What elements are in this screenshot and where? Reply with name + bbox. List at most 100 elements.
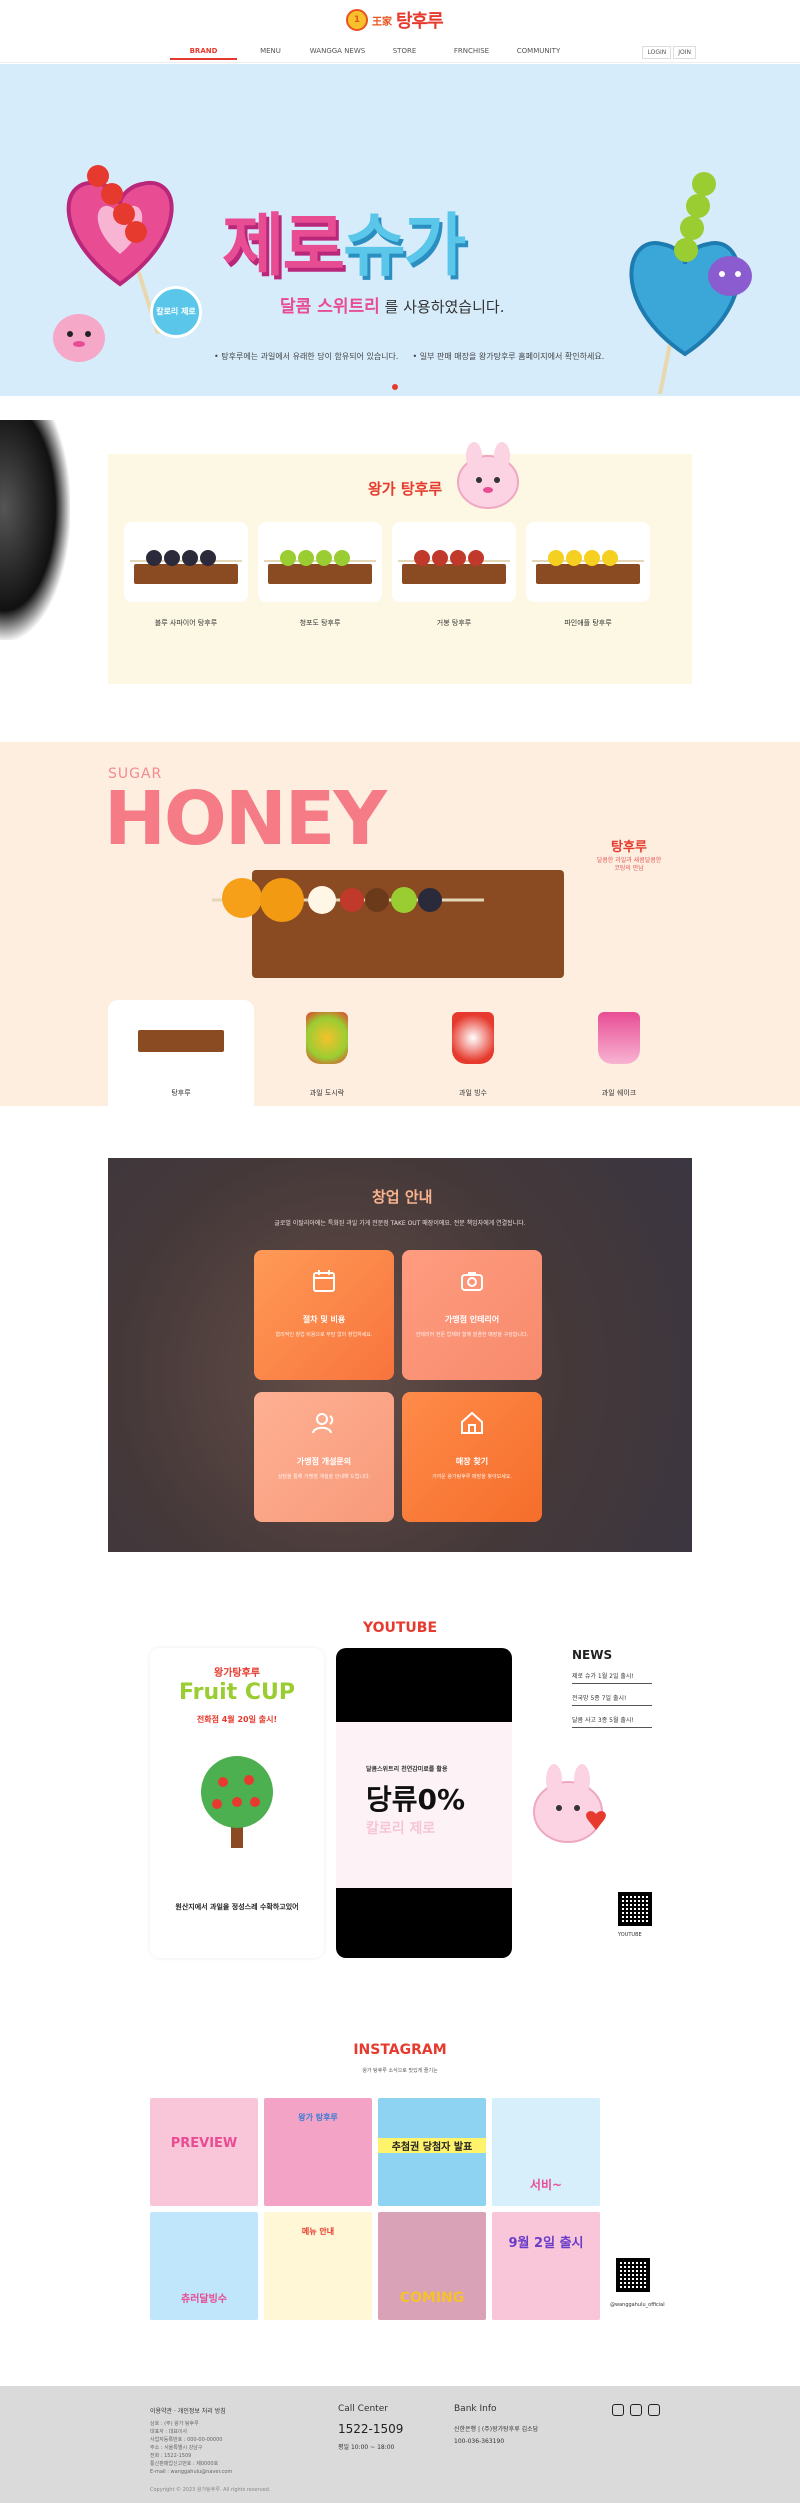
startup-section: 창업 안내 글로벌 이탈리아에는 특화된 과일 가게 전문점 TAKE OUT … xyxy=(108,1158,692,1552)
card-desc: 인테리어 전문 업체와 함께 깔끔한 매장을 구성합니다. xyxy=(415,1332,529,1338)
logo[interactable]: 1 王家 탕후루 xyxy=(346,6,454,34)
youtube-icon[interactable] xyxy=(630,2404,642,2416)
product-section-title: 왕가 탕후루 xyxy=(368,480,443,498)
product-card[interactable]: 블루 사파이어 탕후루 xyxy=(124,522,248,628)
product-section: 왕가 탕후루 블루 사파이어 탕후루 청포도 탕후루 거봉 탕후루 파인애플 탕… xyxy=(108,442,692,684)
nav-community[interactable]: COMMUNITY xyxy=(505,44,572,60)
yt2-main: 당류0% xyxy=(366,1783,466,1816)
instagram-post-text: 츄러달빙수 xyxy=(181,2294,227,2305)
chocolate-drip-decor xyxy=(0,420,70,640)
instagram-post[interactable]: 9월 2일 출시 xyxy=(492,2212,600,2320)
instagram-post[interactable]: 서비~ xyxy=(492,2098,600,2206)
bingsu-image xyxy=(452,1012,494,1064)
yt1-date: 전화점 4월 20일 출시! xyxy=(196,1715,278,1724)
instagram-post-text: 메뉴 안내 xyxy=(301,2227,335,2236)
card-find-store[interactable]: 매장 찾기 가까운 왕가탕후루 매장을 찾아보세요. xyxy=(402,1392,542,1522)
news-item[interactable]: 제로 슈가 1월 2일 출시! xyxy=(572,1668,652,1684)
nav-wangga-news[interactable]: WANGGA NEWS xyxy=(304,44,371,60)
product-label: 파인애플 탕후루 xyxy=(564,619,612,627)
instagram-post[interactable]: PREVIEW xyxy=(150,2098,258,2206)
youtube-video-sugar-zero[interactable]: 달콤스위트리 천연감미료를 활용 당류0% 칼로리 제로 xyxy=(336,1648,512,1958)
instagram-handle[interactable]: @wanggahulu_official xyxy=(610,2302,665,2308)
tab-fruit-bingsu[interactable]: 과일 빙수 xyxy=(400,1000,546,1106)
instagram-post[interactable]: 메뉴 안내 xyxy=(264,2212,372,2320)
tab-label: 과일 도시락 xyxy=(309,1089,345,1097)
card-inquiry[interactable]: 가맹점 개설문의 상담을 통해 가맹점 개설을 안내해 드립니다. xyxy=(254,1392,394,1522)
tanghulu-board-image xyxy=(212,870,564,978)
card-cost[interactable]: 절차 및 비용 합리적인 창업 비용으로 부담 없이 창업하세요. xyxy=(254,1250,394,1380)
instagram-icon[interactable] xyxy=(612,2404,624,2416)
apple-tree-image xyxy=(201,1756,273,1848)
footer-company-info: 상호 : (주) 왕가 탕후루 대표자 : 대표이사 사업자등록번호 : 000… xyxy=(150,2421,233,2475)
youtube-qr-code[interactable] xyxy=(618,1892,652,1926)
purple-mascot-image xyxy=(708,256,752,296)
product-image xyxy=(526,522,650,602)
yt2-top: 달콤스위트리 천연감미료를 활용 xyxy=(366,1766,448,1773)
tiktok-icon[interactable] xyxy=(648,2404,660,2416)
honey-tabs: 탕후루 과일 도시락 과일 빙수 과일 쉐이크 xyxy=(108,1000,692,1106)
login-button[interactable]: LOGIN xyxy=(642,46,672,59)
yt2-sub: 칼로리 제로 xyxy=(366,1821,436,1837)
site-header: 1 王家 탕후루 BRAND MENU WANGGA NEWS STORE FR… xyxy=(0,0,800,64)
tab-fruit-shake[interactable]: 과일 쉐이크 xyxy=(546,1000,692,1106)
product-card[interactable]: 파인애플 탕후루 xyxy=(526,522,650,628)
hero-subtitle: 달콤 스위트리 를 사용하였습니다. xyxy=(280,292,504,317)
home-icon xyxy=(461,1411,483,1434)
startup-subtitle: 글로벌 이탈리아에는 특화된 과일 가게 전문점 TAKE OUT 매장이에요.… xyxy=(274,1220,526,1227)
card-interior[interactable]: 가맹점 인테리어 인테리어 전문 업체와 함께 깔끔한 매장을 구성합니다. xyxy=(402,1250,542,1380)
pink-mascot-image xyxy=(53,314,105,362)
site-footer: 이용약관 · 개인정보 처리 방침 상호 : (주) 왕가 탕후루 대표자 : … xyxy=(0,2386,800,2503)
tab-tanghulu-image xyxy=(138,1030,224,1052)
honey-side-desc: 달콤한 과일과 새콤달콤한 코팅의 만남 xyxy=(596,857,662,872)
product-label: 청포도 탕후루 xyxy=(299,619,341,627)
hero-dot-1[interactable] xyxy=(392,384,398,390)
instagram-post[interactable]: 츄러달빙수 xyxy=(150,2212,258,2320)
footer-links[interactable]: 이용약관 · 개인정보 처리 방침 xyxy=(150,2406,226,2415)
hero-note-1: • 탕후루에는 과일에서 유래한 당이 함유되어 있습니다. xyxy=(214,352,399,361)
hero-pagination xyxy=(392,384,398,390)
yt1-title: Fruit CUP xyxy=(179,1680,295,1705)
nav-brand[interactable]: BRAND xyxy=(170,44,237,60)
card-desc: 가까운 왕가탕후루 매장을 찾아보세요. xyxy=(432,1474,512,1480)
honey-side-info: 탕후루 달콤한 과일과 새콤달콤한 코팅의 만남 xyxy=(594,836,664,873)
product-label: 블루 사파이어 탕후루 xyxy=(154,619,218,627)
bunny-mascot-image xyxy=(457,442,519,509)
hero-title: 제로슈가 xyxy=(222,190,466,289)
youtube-video-fruitcup[interactable]: 왕가탕후루 Fruit CUP 전화점 4월 20일 출시! 원산지에서 과일을… xyxy=(150,1648,324,1958)
join-button[interactable]: JOIN xyxy=(673,46,696,59)
youtube-qr-label: YOUTUBE xyxy=(618,1932,642,1938)
news-item[interactable]: 달콤 사고 3종 5월 출시! xyxy=(572,1712,652,1728)
product-card[interactable]: 거봉 탕후루 xyxy=(392,522,516,628)
card-title: 절차 및 비용 xyxy=(302,1315,346,1324)
yt1-brand: 왕가탕후루 xyxy=(214,1668,260,1679)
instagram-post-text: COMING xyxy=(399,2290,465,2306)
youtube-title: YOUTUBE xyxy=(362,1620,438,1636)
instagram-post-text: 서비~ xyxy=(529,2178,563,2192)
instagram-post[interactable]: 왕가 탕후루 xyxy=(264,2098,372,2206)
tanghulu-skewer-image xyxy=(212,878,484,922)
tab-tanghulu[interactable]: 탕후루 xyxy=(108,1000,254,1106)
nav-menu[interactable]: MENU xyxy=(237,44,304,60)
news-panel: NEWS 제로 슈가 1월 2일 출시! 전국망 5종 7일 출시! 달콤 사고… xyxy=(572,1648,652,1728)
logo-sub: 王家 xyxy=(372,16,392,28)
instagram-post[interactable]: COMING xyxy=(378,2212,486,2320)
footer-bank-title: Bank Info xyxy=(454,2404,497,2414)
footer-bank-account: 100-036-363190 xyxy=(454,2438,505,2445)
camera-icon xyxy=(461,1272,483,1291)
instagram-post[interactable]: 추첨권 당첨자 발표 xyxy=(378,2098,486,2206)
nav-store[interactable]: STORE xyxy=(371,44,438,60)
tab-fruit-box[interactable]: 과일 도시락 xyxy=(254,1000,400,1106)
header-divider xyxy=(0,62,800,63)
footer-bank-name: 신한은행 | (주)왕가탕후루 김소담 xyxy=(454,2426,539,2433)
product-image xyxy=(258,522,382,602)
honey-side-title: 탕후루 xyxy=(611,840,647,855)
honey-section: SUGAR HONEY 탕후루 달콤한 과일과 새콤달콤한 코팅의 만남 탕후루 xyxy=(0,742,800,1106)
product-card[interactable]: 청포도 탕후루 xyxy=(258,522,382,628)
news-item[interactable]: 전국망 5종 7일 출시! xyxy=(572,1690,652,1706)
nav-franchise[interactable]: FRNCHISE xyxy=(438,44,505,60)
hero-title-part1: 제로 xyxy=(222,207,345,286)
instagram-qr-code[interactable] xyxy=(616,2258,650,2292)
card-title: 매장 찾기 xyxy=(455,1457,489,1466)
hero-notes: • 탕후루에는 과일에서 유래한 당이 함유되어 있습니다. • 일부 판매 매… xyxy=(214,351,604,362)
bunny-heart-image xyxy=(533,1764,606,1843)
